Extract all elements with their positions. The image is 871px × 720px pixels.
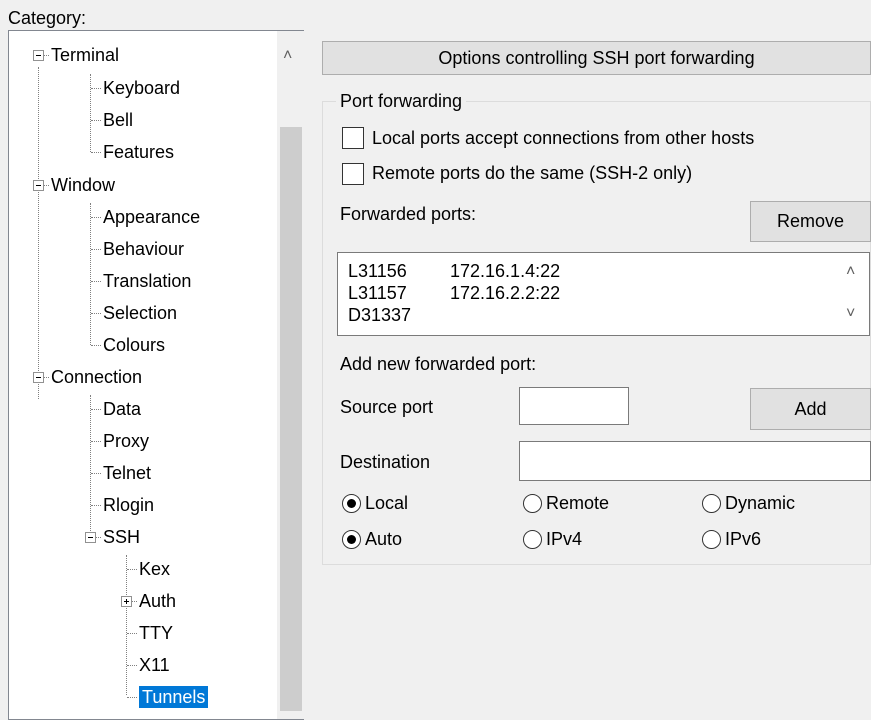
tree-connector: [91, 281, 101, 282]
port-id: D31337: [348, 305, 412, 325]
collapse-icon[interactable]: [33, 372, 44, 383]
port-id: L31156: [348, 261, 407, 281]
add-new-port-label: Add new forwarded port:: [340, 354, 537, 374]
tree-item-colours[interactable]: Colours: [103, 334, 165, 356]
forwarded-ports-label: Forwarded ports:: [340, 204, 477, 224]
radio-local-label[interactable]: Local: [365, 492, 408, 514]
tree-item-connection[interactable]: Connection: [51, 366, 142, 388]
radio-auto[interactable]: [342, 530, 361, 549]
source-port-input[interactable]: [519, 387, 629, 425]
tree-item-tunnels[interactable]: Tunnels: [139, 686, 209, 708]
tree-connector: [127, 665, 137, 666]
group-title: Port forwarding: [336, 90, 467, 112]
tree-connector: [91, 88, 101, 89]
tree-connector: [91, 249, 101, 250]
radio-ipv4[interactable]: [523, 530, 542, 549]
collapse-icon[interactable]: [33, 50, 44, 61]
tree-connector: [90, 203, 91, 345]
tree-item-rlogin[interactable]: Rlogin: [103, 494, 154, 516]
scroll-up-icon[interactable]: ˄: [283, 47, 292, 65]
tree-item-auth[interactable]: Auth: [139, 590, 176, 612]
tree-item-window[interactable]: Window: [51, 174, 115, 196]
tree-connector: [91, 217, 101, 218]
tree-connector: [91, 409, 101, 410]
forwarded-ports-list[interactable]: L31156 172.16.1.4:22 L31157 172.16.2.2:2…: [337, 252, 870, 336]
port-destination: 172.16.1.4:22: [450, 261, 561, 281]
radio-dynamic-label[interactable]: Dynamic: [725, 492, 795, 514]
tree-item-appearance[interactable]: Appearance: [103, 206, 200, 228]
tree-connector: [90, 74, 91, 152]
tree-item-ssh[interactable]: SSH: [103, 526, 140, 548]
tree-connector: [127, 633, 137, 634]
tree-connector: [90, 395, 91, 541]
local-ports-accept-label[interactable]: Local ports accept connections from othe…: [372, 127, 754, 149]
tree-connector: [91, 152, 101, 153]
tree-connector: [38, 67, 39, 399]
tree-item-translation[interactable]: Translation: [103, 270, 191, 292]
tree-item-keyboard[interactable]: Keyboard: [103, 77, 180, 99]
tree-connector: [91, 441, 101, 442]
category-tree[interactable]: Terminal Keyboard Bell Features Window A…: [8, 30, 305, 720]
tree-connector: [91, 473, 101, 474]
tree-connector: [91, 313, 101, 314]
list-scroll-up-icon[interactable]: ˄: [846, 263, 855, 281]
list-item[interactable]: L31157 172.16.2.2:22: [348, 282, 560, 304]
remote-ports-same-label[interactable]: Remote ports do the same (SSH-2 only): [372, 162, 692, 184]
radio-ipv4-label[interactable]: IPv4: [546, 528, 582, 550]
tree-item-terminal[interactable]: Terminal: [51, 44, 119, 66]
tree-item-behaviour[interactable]: Behaviour: [103, 238, 184, 260]
tree-connector: [91, 120, 101, 121]
tree-connector: [127, 569, 137, 570]
radio-remote-label[interactable]: Remote: [546, 492, 609, 514]
tree-item-selection[interactable]: Selection: [103, 302, 177, 324]
tree-connector: [127, 697, 137, 698]
radio-local[interactable]: [342, 494, 361, 513]
tree-item-tty[interactable]: TTY: [139, 622, 173, 644]
scrollbar-thumb[interactable]: [280, 127, 302, 711]
local-ports-accept-checkbox[interactable]: [342, 127, 364, 149]
list-scroll-down-icon[interactable]: ˅: [846, 305, 855, 323]
tree-item-x11[interactable]: X11: [139, 654, 170, 676]
tree-item-kex[interactable]: Kex: [139, 558, 170, 580]
radio-auto-label[interactable]: Auto: [365, 528, 402, 550]
radio-ipv6[interactable]: [702, 530, 721, 549]
source-port-label: Source port: [340, 397, 434, 417]
radio-dynamic[interactable]: [702, 494, 721, 513]
list-item[interactable]: L31156 172.16.1.4:22: [348, 260, 560, 282]
tree-connector: [91, 505, 101, 506]
radio-ipv6-label[interactable]: IPv6: [725, 528, 761, 550]
tree-connector: [126, 555, 127, 695]
port-id: L31157: [348, 283, 407, 303]
remove-button[interactable]: Remove: [750, 201, 871, 242]
expand-icon[interactable]: [121, 596, 132, 607]
collapse-icon[interactable]: [85, 532, 96, 543]
add-button[interactable]: Add: [750, 388, 871, 430]
tree-connector: [91, 345, 101, 346]
destination-label: Destination: [340, 452, 431, 472]
tree-scrollbar[interactable]: ˄: [277, 31, 305, 719]
tree-item-telnet[interactable]: Telnet: [103, 462, 151, 484]
tree-item-features[interactable]: Features: [103, 141, 174, 163]
tree-item-data[interactable]: Data: [103, 398, 141, 420]
port-destination: 172.16.2.2:22: [450, 283, 561, 303]
radio-remote[interactable]: [523, 494, 542, 513]
remote-ports-same-checkbox[interactable]: [342, 163, 364, 185]
tree-item-bell[interactable]: Bell: [103, 109, 133, 131]
list-item[interactable]: D31337: [348, 304, 411, 326]
destination-input[interactable]: [519, 441, 871, 481]
category-label: Category:: [8, 8, 87, 28]
collapse-icon[interactable]: [33, 180, 44, 191]
tree-item-proxy[interactable]: Proxy: [103, 430, 149, 452]
panel-header: Options controlling SSH port forwarding: [322, 41, 871, 75]
